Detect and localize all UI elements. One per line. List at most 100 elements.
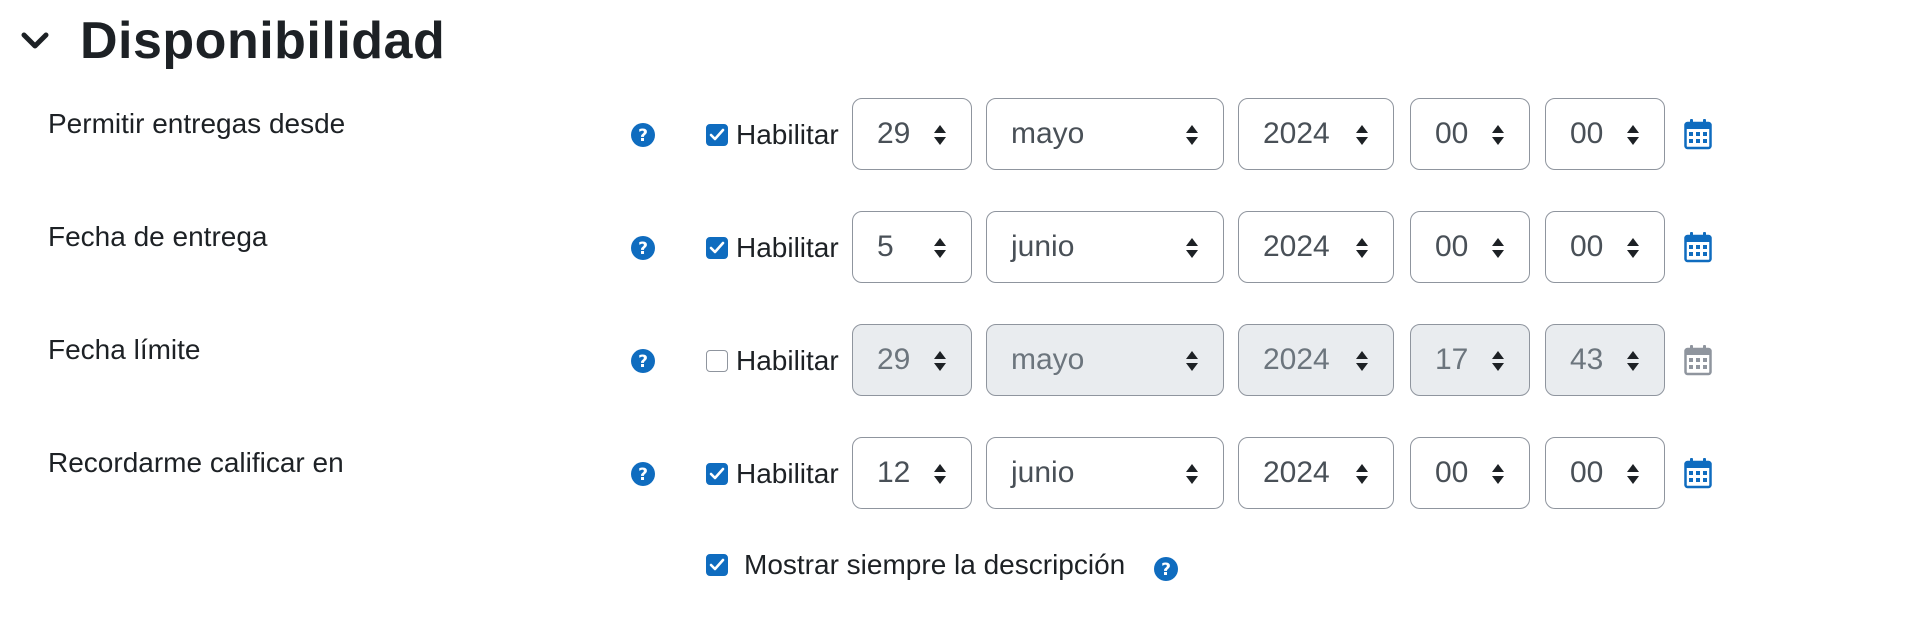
year-select[interactable]: 2024	[1238, 98, 1394, 170]
sort-arrows-icon	[1186, 464, 1198, 484]
enable-label: Habilitar	[736, 232, 839, 263]
field-label: Recordarme calificar en	[48, 447, 344, 478]
year-select[interactable]: 2024	[1238, 211, 1394, 283]
day-value: 29	[877, 117, 911, 150]
year-select[interactable]: 2024	[1238, 437, 1394, 509]
section-title: Disponibilidad	[80, 12, 446, 70]
hour-select[interactable]: 00	[1410, 98, 1530, 170]
hour-value: 00	[1435, 230, 1469, 263]
svg-text:?: ?	[638, 352, 648, 372]
always-show-checkbox[interactable]	[706, 554, 728, 576]
day-select[interactable]: 29	[852, 98, 972, 170]
enable-toggle[interactable]: Habilitar	[706, 113, 839, 157]
enable-checkbox[interactable]	[706, 350, 728, 372]
sort-arrows-icon	[1627, 238, 1639, 258]
sort-arrows-icon	[1356, 125, 1368, 145]
sort-arrows-icon	[934, 351, 946, 371]
sort-arrows-icon	[934, 125, 946, 145]
enable-checkbox[interactable]	[706, 124, 728, 146]
hour-select[interactable]: 00	[1410, 437, 1530, 509]
enable-toggle[interactable]: Habilitar	[706, 452, 839, 496]
date-row-due-date: Fecha de entrega ? Habilitar 5 junio 202…	[0, 211, 1932, 285]
hour-value: 17	[1435, 343, 1469, 376]
calendar-icon[interactable]	[1684, 118, 1712, 150]
day-value: 12	[877, 456, 911, 489]
day-select: 29	[852, 324, 972, 396]
help-icon[interactable]: ?	[630, 348, 656, 374]
month-select[interactable]: junio	[986, 437, 1224, 509]
minute-value: 00	[1570, 117, 1604, 150]
field-label: Permitir entregas desde	[48, 108, 346, 139]
hour-select: 17	[1410, 324, 1530, 396]
month-value: mayo	[1011, 117, 1085, 150]
date-row-allow-submissions: Permitir entregas desde ? Habilitar 29 m…	[0, 98, 1932, 172]
svg-text:?: ?	[638, 465, 648, 485]
sort-arrows-icon	[1492, 464, 1504, 484]
help-icon[interactable]: ?	[630, 461, 656, 487]
enable-checkbox[interactable]	[706, 463, 728, 485]
month-value: junio	[1011, 230, 1075, 263]
calendar-icon	[1684, 344, 1712, 376]
enable-label: Habilitar	[736, 119, 839, 150]
day-value: 29	[877, 343, 911, 376]
minute-select[interactable]: 00	[1545, 98, 1665, 170]
sort-arrows-icon	[1492, 238, 1504, 258]
year-value: 2024	[1263, 343, 1330, 376]
field-label: Fecha de entrega	[48, 221, 268, 252]
date-row-cutoff-date: Fecha límite ? Habilitar 29 mayo 2024 17…	[0, 324, 1932, 398]
day-select[interactable]: 12	[852, 437, 972, 509]
day-select[interactable]: 5	[852, 211, 972, 283]
enable-toggle[interactable]: Habilitar	[706, 226, 839, 270]
always-show-label: Mostrar siempre la descripción	[744, 549, 1126, 580]
help-icon[interactable]: ?	[630, 235, 656, 261]
hour-select[interactable]: 00	[1410, 211, 1530, 283]
month-value: junio	[1011, 456, 1075, 489]
field-label: Fecha límite	[48, 334, 201, 365]
year-value: 2024	[1263, 230, 1330, 263]
svg-text:?: ?	[638, 126, 648, 146]
sort-arrows-icon	[1492, 125, 1504, 145]
minute-select[interactable]: 00	[1545, 211, 1665, 283]
date-row-grading-reminder: Recordarme calificar en ? Habilitar 12 j…	[0, 437, 1932, 511]
sort-arrows-icon	[1627, 351, 1639, 371]
minute-value: 00	[1570, 456, 1604, 489]
sort-arrows-icon	[1356, 351, 1368, 371]
sort-arrows-icon	[1186, 125, 1198, 145]
minute-value: 00	[1570, 230, 1604, 263]
month-value: mayo	[1011, 343, 1085, 376]
calendar-icon[interactable]	[1684, 457, 1712, 489]
month-select[interactable]: mayo	[986, 98, 1224, 170]
enable-label: Habilitar	[736, 345, 839, 376]
year-value: 2024	[1263, 456, 1330, 489]
sort-arrows-icon	[1186, 351, 1198, 371]
calendar-icon[interactable]	[1684, 231, 1712, 263]
section-header[interactable]: Disponibilidad	[18, 8, 445, 74]
help-icon[interactable]: ?	[1153, 556, 1179, 582]
sort-arrows-icon	[1492, 351, 1504, 371]
sort-arrows-icon	[934, 464, 946, 484]
help-icon[interactable]: ?	[630, 122, 656, 148]
chevron-down-icon[interactable]	[18, 24, 52, 58]
minute-select: 43	[1545, 324, 1665, 396]
hour-value: 00	[1435, 456, 1469, 489]
sort-arrows-icon	[1356, 464, 1368, 484]
sort-arrows-icon	[1186, 238, 1198, 258]
enable-toggle[interactable]: Habilitar	[706, 339, 839, 383]
month-select: mayo	[986, 324, 1224, 396]
enable-checkbox[interactable]	[706, 237, 728, 259]
sort-arrows-icon	[934, 238, 946, 258]
sort-arrows-icon	[1627, 125, 1639, 145]
minute-value: 43	[1570, 343, 1604, 376]
sort-arrows-icon	[1627, 464, 1639, 484]
always-show-description[interactable]: Mostrar siempre la descripción	[706, 546, 1125, 584]
enable-label: Habilitar	[736, 458, 839, 489]
svg-text:?: ?	[1161, 560, 1171, 580]
day-value: 5	[877, 230, 894, 263]
hour-value: 00	[1435, 117, 1469, 150]
sort-arrows-icon	[1356, 238, 1368, 258]
minute-select[interactable]: 00	[1545, 437, 1665, 509]
svg-text:?: ?	[638, 239, 648, 259]
month-select[interactable]: junio	[986, 211, 1224, 283]
year-value: 2024	[1263, 117, 1330, 150]
year-select: 2024	[1238, 324, 1394, 396]
